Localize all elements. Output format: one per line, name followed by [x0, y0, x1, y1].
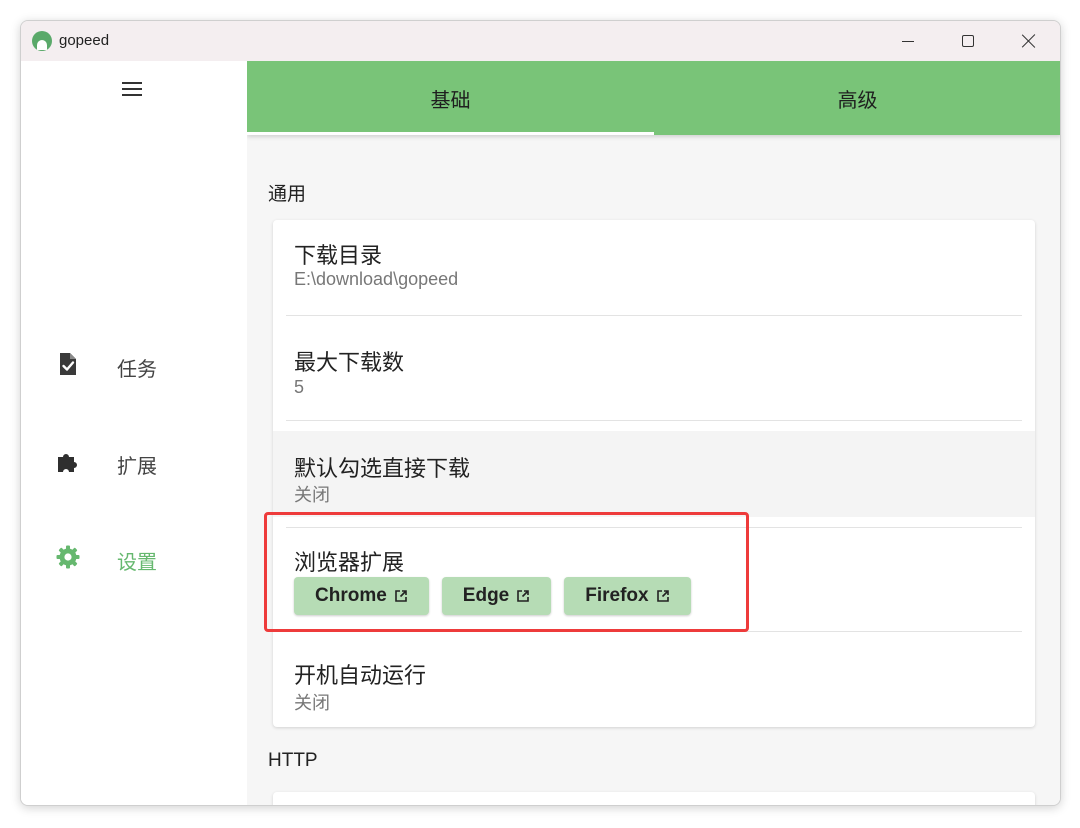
sidebar-item-settings-label: 设置 [117, 552, 157, 574]
sidebar-item-extensions[interactable]: 扩展 [21, 431, 247, 491]
close-icon [1022, 34, 1036, 48]
setting-value: 关闭 [294, 485, 330, 505]
setting-value: 关闭 [294, 693, 330, 713]
title-bar[interactable]: gopeed [21, 21, 1060, 61]
maximize-button[interactable] [940, 21, 996, 61]
maximize-icon [962, 35, 974, 47]
setting-default-direct-download[interactable]: 默认勾选直接下载 关闭 [273, 431, 1035, 517]
minimize-button[interactable] [880, 21, 936, 61]
gear-icon [56, 545, 80, 569]
setting-title: 默认勾选直接下载 [294, 456, 471, 481]
divider [286, 420, 1022, 421]
tab-advanced[interactable]: 高级 [654, 61, 1060, 135]
sidebar-item-settings[interactable]: 设置 [21, 527, 247, 587]
sidebar-item-tasks[interactable]: 任务 [21, 334, 247, 394]
setting-auto-start[interactable]: 开机自动运行 关闭 [273, 632, 1035, 727]
setting-title: 下载目录 [294, 243, 383, 268]
highlight-box [264, 512, 749, 632]
close-button[interactable] [1001, 21, 1057, 61]
http-settings-card [273, 792, 1035, 805]
tab-bar: 基础 高级 [247, 61, 1060, 135]
sidebar-item-extensions-label: 扩展 [117, 456, 157, 478]
setting-value: 5 [294, 377, 305, 397]
sidebar: 任务 扩展 设置 [21, 61, 247, 805]
section-title-general: 通用 [268, 184, 307, 205]
settings-page: 基础 高级 通用 下载目录 E:\download\gopeed 最大下载数 5… [247, 61, 1060, 805]
minimize-icon [902, 40, 914, 42]
menu-icon[interactable] [120, 79, 144, 99]
general-settings-card: 下载目录 E:\download\gopeed 最大下载数 5 默认勾选直接下载… [273, 220, 1035, 727]
window-title: gopeed [59, 32, 110, 49]
sidebar-item-tasks-label: 任务 [117, 359, 157, 381]
tab-basic[interactable]: 基础 [247, 61, 654, 135]
setting-value: E:\download\gopeed [294, 269, 459, 289]
task-file-check-icon [60, 353, 76, 375]
setting-title: 开机自动运行 [294, 663, 427, 688]
app-window: gopeed 任务 扩展 设置 基础 高级 通用 下载目录 E:\downloa… [20, 20, 1061, 806]
tab-indicator [247, 132, 654, 135]
gopeed-logo-icon [32, 31, 52, 51]
setting-download-dir[interactable]: 下载目录 E:\download\gopeed [273, 220, 1035, 315]
setting-title: 最大下载数 [294, 350, 405, 375]
setting-max-downloads[interactable]: 最大下载数 5 [273, 316, 1035, 420]
puzzle-icon [58, 454, 77, 472]
section-title-http: HTTP [268, 750, 318, 771]
